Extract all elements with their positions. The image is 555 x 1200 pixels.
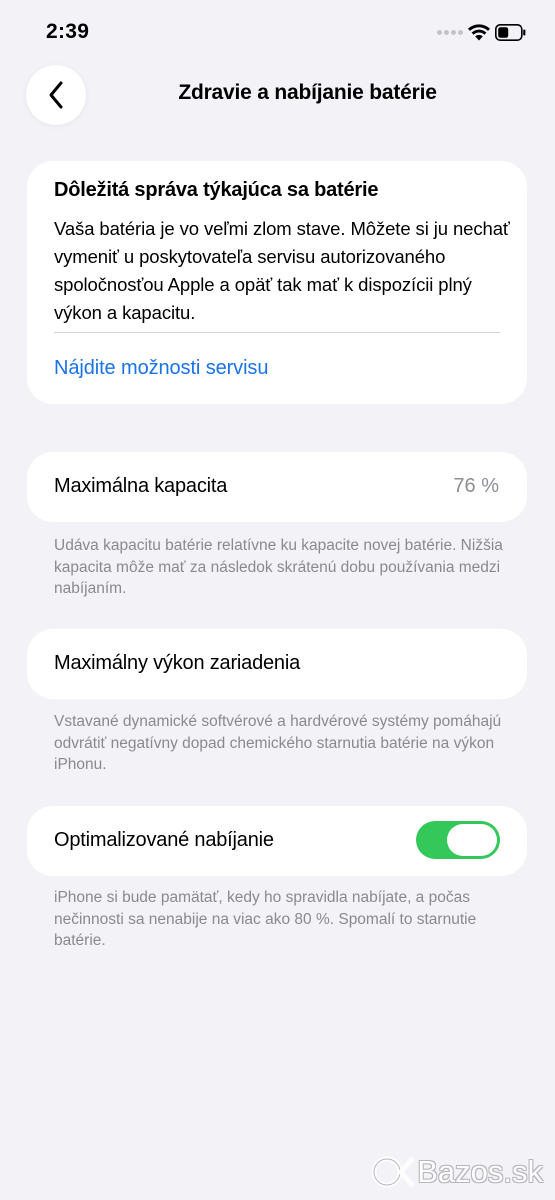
max-capacity-footnote: Udáva kapacitu batérie relatívne ku kapa… xyxy=(54,537,503,597)
divider xyxy=(54,332,500,333)
optimized-charging-footnote: iPhone si bude pamätať, kedy ho spravidl… xyxy=(54,889,477,949)
battery-icon xyxy=(495,24,526,41)
back-button[interactable] xyxy=(26,65,86,125)
wifi-icon xyxy=(468,24,490,41)
status-bar: 2:39 xyxy=(0,0,555,60)
optimized-charging-row: Optimalizované nabíjanie xyxy=(27,806,527,876)
max-capacity-value: 76 % xyxy=(453,475,499,497)
max-capacity-row: Maximálna kapacita 76 % xyxy=(27,452,527,522)
watermark-text: Bazos.sk xyxy=(417,1154,543,1189)
page-title: Zdravie a nabíjanie batérie xyxy=(178,81,437,104)
peak-performance-row[interactable]: Maximálny výkon zariadenia xyxy=(27,629,527,699)
watermark: Bazos.sk xyxy=(371,1154,543,1190)
status-time: 2:39 xyxy=(46,20,90,43)
optimized-charging-toggle[interactable] xyxy=(416,821,500,859)
peak-performance-label: Maximálny výkon zariadenia xyxy=(54,652,301,674)
battery-alert-card: Dôležitá správa týkajúca sa batérie Vaša… xyxy=(27,161,527,404)
nav-bar: Zdravie a nabíjanie batérie xyxy=(0,60,555,128)
toggle-knob xyxy=(447,824,497,856)
chevron-left-icon xyxy=(49,81,63,109)
signal-dots-icon xyxy=(437,30,463,38)
service-options-link[interactable]: Nájdite možnosti servisu xyxy=(54,357,268,380)
max-capacity-label: Maximálna kapacita xyxy=(54,475,228,497)
alert-title: Dôležitá správa týkajúca sa batérie xyxy=(54,179,379,201)
watermark-logo-icon xyxy=(371,1156,416,1188)
alert-body: Vaša batéria je vo veľmi zlom stave. Môž… xyxy=(54,218,510,323)
peak-performance-footnote: Vstavané dynamické softvérové a hardvéro… xyxy=(54,713,502,773)
optimized-charging-label: Optimalizované nabíjanie xyxy=(54,829,274,851)
